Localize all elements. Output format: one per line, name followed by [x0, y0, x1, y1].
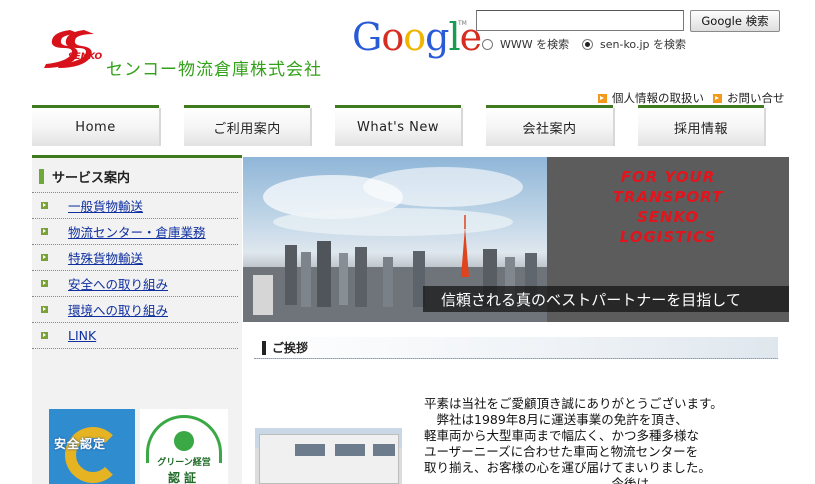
nav-whats-new[interactable]: What's New	[335, 105, 463, 146]
green-arrow-icon	[41, 306, 48, 313]
building-photo	[255, 428, 402, 484]
header-bar-icon	[262, 340, 266, 355]
sidebar: サービス案内 一般貨物輸送 物流センター・倉庫業務 特殊貨物輸送 安全への取り組…	[32, 155, 242, 484]
tagline-line-3: SENKO	[636, 208, 700, 226]
privacy-policy-label: 個人情報の取扱い	[612, 91, 704, 105]
senko-logo[interactable]	[40, 26, 106, 72]
green-arrow-icon	[41, 254, 48, 261]
title-bar-icon	[39, 168, 44, 184]
google-letter: G	[352, 15, 382, 59]
green-arrow-icon	[41, 228, 48, 235]
greeting-divider	[254, 358, 778, 359]
greeting-title: ご挨拶	[272, 341, 309, 355]
sidebar-item-label[interactable]: 物流センター・倉庫業務	[68, 222, 206, 241]
green-arrow-icon	[41, 280, 48, 287]
photo-window	[373, 444, 395, 456]
orange-arrow-icon	[598, 93, 607, 103]
search-input[interactable]	[476, 10, 684, 31]
sidebar-item-safety[interactable]: 安全への取り組み	[32, 271, 238, 297]
greeting-line: 取り揃え、お客様の心を運び届けてまいりました。	[424, 460, 711, 475]
sidebar-item-label[interactable]: 特殊貨物輸送	[68, 248, 143, 267]
hero-tagline: FOR YOUR TRANSPORT SENKO LOGISTICS	[547, 157, 789, 257]
hero-banner: FOR YOUR TRANSPORT SENKO LOGISTICS 信頼される…	[243, 157, 789, 322]
greeting-line: 弊社は1989年8月に運送事業の免許を頂き、	[424, 412, 688, 427]
google-search-button[interactable]: Google 検索	[690, 10, 780, 32]
google-letter: o	[381, 15, 404, 59]
sidebar-item-general-cargo[interactable]: 一般貨物輸送	[32, 193, 238, 219]
sidebar-item-logistics-center[interactable]: 物流センター・倉庫業務	[32, 219, 238, 245]
radio-site-icon[interactable]	[582, 38, 593, 50]
hero-slogan: 信頼される真のベストパートナーを目指して	[423, 286, 789, 312]
radio-www-icon[interactable]	[482, 38, 493, 50]
sidebar-item-special-cargo[interactable]: 特殊貨物輸送	[32, 245, 238, 271]
greeting-body: 平素は当社をご愛顧頂き誠にありがとうございます。 弊社は1989年8月に運送事業…	[424, 396, 784, 484]
greeting-line: 平素は当社をご愛顧頂き誠にありがとうございます。	[424, 396, 723, 411]
sidebar-title-text: サービス案内	[52, 170, 131, 186]
sidebar-item-environment[interactable]: 環境への取り組み	[32, 297, 238, 323]
greeting-header: ご挨拶	[254, 337, 778, 359]
green-badge-text-bottom: 認証	[167, 471, 200, 484]
sidebar-item-link[interactable]: LINK	[32, 323, 238, 349]
green-arrow-icon	[41, 202, 48, 209]
senko-logo-mark-icon	[44, 30, 94, 68]
nav-company-info[interactable]: 会社案内	[486, 105, 615, 146]
search-option-site[interactable]: sen-ko.jp を検索	[582, 37, 686, 51]
photo-window	[295, 444, 325, 456]
google-letter: g	[425, 15, 449, 59]
tagline-line-2: TRANSPORT	[612, 188, 724, 206]
tagline-line-4: LOGISTICS	[619, 228, 717, 246]
photo-building-wall	[259, 434, 399, 484]
green-badge-text-top: グリーン経営	[157, 458, 211, 468]
privacy-policy-link[interactable]: 個人情報の取扱い	[598, 91, 704, 105]
green-figure-icon	[174, 431, 194, 451]
sidebar-item-label[interactable]: LINK	[68, 328, 96, 343]
search-option-www[interactable]: WWW を検索	[482, 37, 569, 51]
tagline-line-1: FOR YOUR	[620, 168, 716, 186]
sidebar-item-label[interactable]: 環境への取り組み	[68, 300, 168, 319]
safety-badge-text: 安全認定	[54, 437, 107, 451]
sidebar-item-label[interactable]: 安全への取り組み	[68, 274, 168, 293]
greeting-line: ユーザーニーズに合わせた車両と物流センターを	[424, 444, 699, 459]
contact-link[interactable]: お問い合せ	[713, 91, 785, 105]
orange-arrow-icon	[713, 93, 722, 103]
greeting-line: 今後は	[424, 476, 650, 484]
greeting-line: 軽車両から大型車両まで幅広く、かつ多種多様な	[424, 428, 700, 443]
sidebar-item-label[interactable]: 一般貨物輸送	[68, 196, 143, 215]
company-name[interactable]: センコー物流倉庫株式会社	[106, 55, 322, 80]
google-trademark: TM	[458, 20, 467, 27]
photo-window	[335, 444, 365, 456]
nav-recruit[interactable]: 採用情報	[638, 105, 766, 146]
google-letter: o	[403, 15, 426, 59]
logo-wordmark: SENKO	[68, 52, 103, 62]
green-management-badge[interactable]: グリーン経営 認証	[140, 409, 228, 484]
green-arrow-icon	[41, 332, 48, 339]
radio-www-label: WWW を検索	[500, 38, 570, 51]
safety-certification-badge[interactable]: 安全認定	[49, 409, 135, 484]
google-logo[interactable]: Google TM	[352, 14, 482, 60]
contact-label: お問い合せ	[727, 91, 785, 105]
sidebar-list: 一般貨物輸送 物流センター・倉庫業務 特殊貨物輸送 安全への取り組み 環境への取…	[32, 192, 238, 349]
nav-home[interactable]: Home	[32, 105, 161, 146]
sidebar-title: サービス案内	[39, 166, 130, 186]
nav-guide[interactable]: ご利用案内	[184, 105, 312, 146]
radio-site-label: sen-ko.jp を検索	[600, 38, 686, 51]
